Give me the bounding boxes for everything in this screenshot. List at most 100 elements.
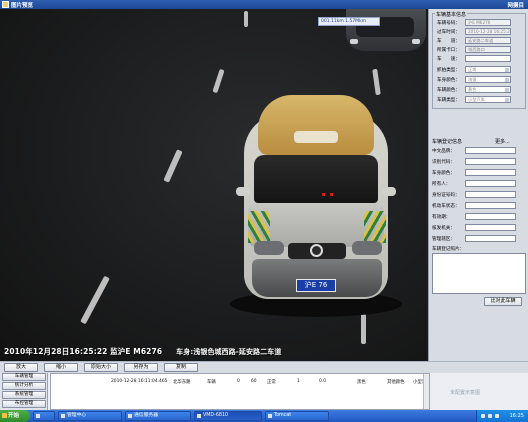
row-cell: 黑色 [357, 380, 366, 385]
taskbar-item-management-center[interactable]: 管理中心 [58, 411, 122, 421]
id-number-field[interactable] [465, 191, 516, 198]
field-label: 车辆颜色： [437, 88, 460, 93]
title-bar: 图片预览 网摄目 [0, 0, 528, 9]
taskbar-item-label: 管理中心 [67, 413, 87, 418]
vin-field[interactable] [465, 158, 516, 165]
window-title: 图片预览 [11, 3, 34, 9]
taskbar-item-label: Tomcat [274, 413, 292, 418]
start-button[interactable]: 开始 [0, 410, 30, 422]
field-label: 车身颜色： [437, 78, 460, 83]
zoom-out-button[interactable]: 缩小 [44, 363, 78, 372]
diagram-placeholder-text: 未配置示意图 [450, 390, 481, 396]
compare-vehicle-button[interactable]: 比对此车辆 [484, 297, 522, 306]
field-value: 2010-12-28 16:25:22 [468, 29, 510, 34]
row-cell: 60 [251, 379, 257, 384]
field-value: 小型汽车 [468, 97, 485, 102]
body-color-select[interactable]: 浅银 [465, 76, 511, 83]
vehicle-description: 车身:浅银色城西路-延安路二车道 [176, 348, 282, 356]
reg-body-color-field[interactable] [465, 169, 516, 176]
taskbar-item[interactable] [33, 411, 55, 421]
tray-volume-icon[interactable] [488, 414, 492, 418]
camera-image-view[interactable]: 沪E 76 001.11km 1.57Mkm 2010年12月28日16:25:… [0, 9, 428, 361]
taskbar-item-label: VMD-6810 [203, 413, 229, 418]
distant-car-light [350, 39, 358, 44]
start-label: 开始 [8, 413, 20, 419]
app-icon [2, 1, 9, 8]
nav-item-vehicle-management[interactable]: 车辆管理 [2, 373, 46, 381]
taskbar-item-comm-server[interactable]: 通信服务器 [125, 411, 191, 421]
bottom-area: 车辆管理 统计分析 系统管理 布控管理 2010-12-28 16:11:04.… [0, 373, 528, 410]
window-right-title: 网摄目 [507, 3, 524, 9]
interior-light [322, 193, 325, 196]
field-label: 机动车状态： [432, 204, 460, 209]
nav-item-system-management[interactable]: 系统管理 [2, 391, 46, 399]
brand-logo-icon [310, 244, 323, 257]
taskbar-item-label: 通信服务器 [134, 413, 158, 418]
clock: 16:25 [509, 413, 524, 419]
livery-stripe [248, 211, 270, 243]
tray-app-icon[interactable] [495, 414, 499, 418]
field-label: 有效期： [432, 215, 451, 220]
app-icon [197, 414, 201, 418]
side-mirror [382, 187, 396, 196]
row-cell: 车辆 [207, 380, 216, 385]
nav-item-surveillance[interactable]: 布控管理 [2, 400, 46, 408]
basic-info-title: 车辆基本信息 [435, 11, 468, 18]
system-tray: 16:25 [476, 410, 528, 422]
speed-field[interactable] [465, 55, 511, 62]
brand-field[interactable] [465, 147, 516, 154]
vehicle-status-field[interactable] [465, 202, 516, 209]
field-label: 管理辖区： [432, 237, 455, 242]
original-size-button[interactable]: 原始大小 [84, 363, 118, 372]
nav-item-statistics[interactable]: 统计分析 [2, 382, 46, 390]
tray-network-icon[interactable] [481, 414, 485, 418]
livery-stripe [364, 211, 386, 243]
zoom-in-button[interactable]: 放大 [4, 363, 38, 372]
save-as-button[interactable]: 另存为 [124, 363, 158, 372]
capture-type-select[interactable]: 正常 [465, 66, 511, 73]
distant-car-light [412, 39, 420, 44]
table-row[interactable]: 2010-12-28 16:11:04.465 北华东路 车辆 0 60 正常 … [51, 377, 426, 385]
registration-photo-box [432, 253, 526, 294]
owner-field[interactable] [465, 180, 516, 187]
module-nav: 车辆管理 统计分析 系统管理 布控管理 [0, 373, 48, 410]
photo-label: 车辆登记照片： [432, 247, 465, 252]
distant-car [346, 9, 426, 51]
field-value: 浅银 [468, 77, 477, 82]
taskbar: 开始 管理中心 通信服务器 VMD-6810 Tomcat 16:25 [0, 410, 528, 422]
capture-timestamp: 2010年12月28日16:25:22 监沪E M6276 [4, 347, 163, 356]
diagram-placeholder: 未配置示意图 [432, 373, 528, 410]
more-link[interactable]: 更多... [495, 138, 510, 145]
field-value: 延安路二车道 [468, 38, 494, 43]
field-label: 所属卡口： [437, 48, 460, 53]
row-cell: 北华东路 [173, 380, 191, 385]
copy-button[interactable]: 复制 [164, 363, 198, 372]
taskbar-item-vmd[interactable]: VMD-6810 [194, 411, 262, 421]
row-cell: 0 [237, 379, 240, 384]
vehicle-type-select[interactable]: 小型汽车 [465, 96, 511, 103]
capture-caption: 2010年12月28日16:25:22 监沪E M6276 车身:浅银色城西路-延… [4, 346, 281, 357]
field-label: 车辆号码： [437, 21, 460, 26]
row-cell: 2010-12-28 16:11:04.465 [111, 379, 168, 384]
field-label: 车辆类型： [437, 98, 460, 103]
field-label: 车身颜色： [432, 171, 455, 176]
field-label: 所有人： [432, 182, 451, 187]
pass-time-field: 2010-12-28 16:25:22 [465, 28, 511, 35]
windows-logo-icon [2, 413, 7, 418]
list-scrollbar[interactable] [423, 374, 429, 409]
valid-until-field[interactable] [465, 213, 516, 220]
field-value: 城西路口 [468, 47, 485, 52]
lane-marking [244, 11, 248, 27]
field-label: 车 道： [437, 39, 460, 44]
app-icon [128, 414, 132, 418]
field-value: 黄色 [468, 87, 477, 92]
field-label: 核发机关： [432, 226, 455, 231]
record-list: 2010-12-28 16:11:04.465 北华东路 车辆 0 60 正常 … [50, 373, 430, 410]
vehicle-color-select[interactable]: 黄色 [465, 86, 511, 93]
jurisdiction-field[interactable] [465, 235, 516, 242]
issuing-authority-field[interactable] [465, 224, 516, 231]
app-icon [268, 414, 272, 418]
taskbar-item-tomcat[interactable]: Tomcat [265, 411, 329, 421]
lane-marking [361, 314, 366, 344]
lane-field: 延安路二车道 [465, 37, 511, 44]
